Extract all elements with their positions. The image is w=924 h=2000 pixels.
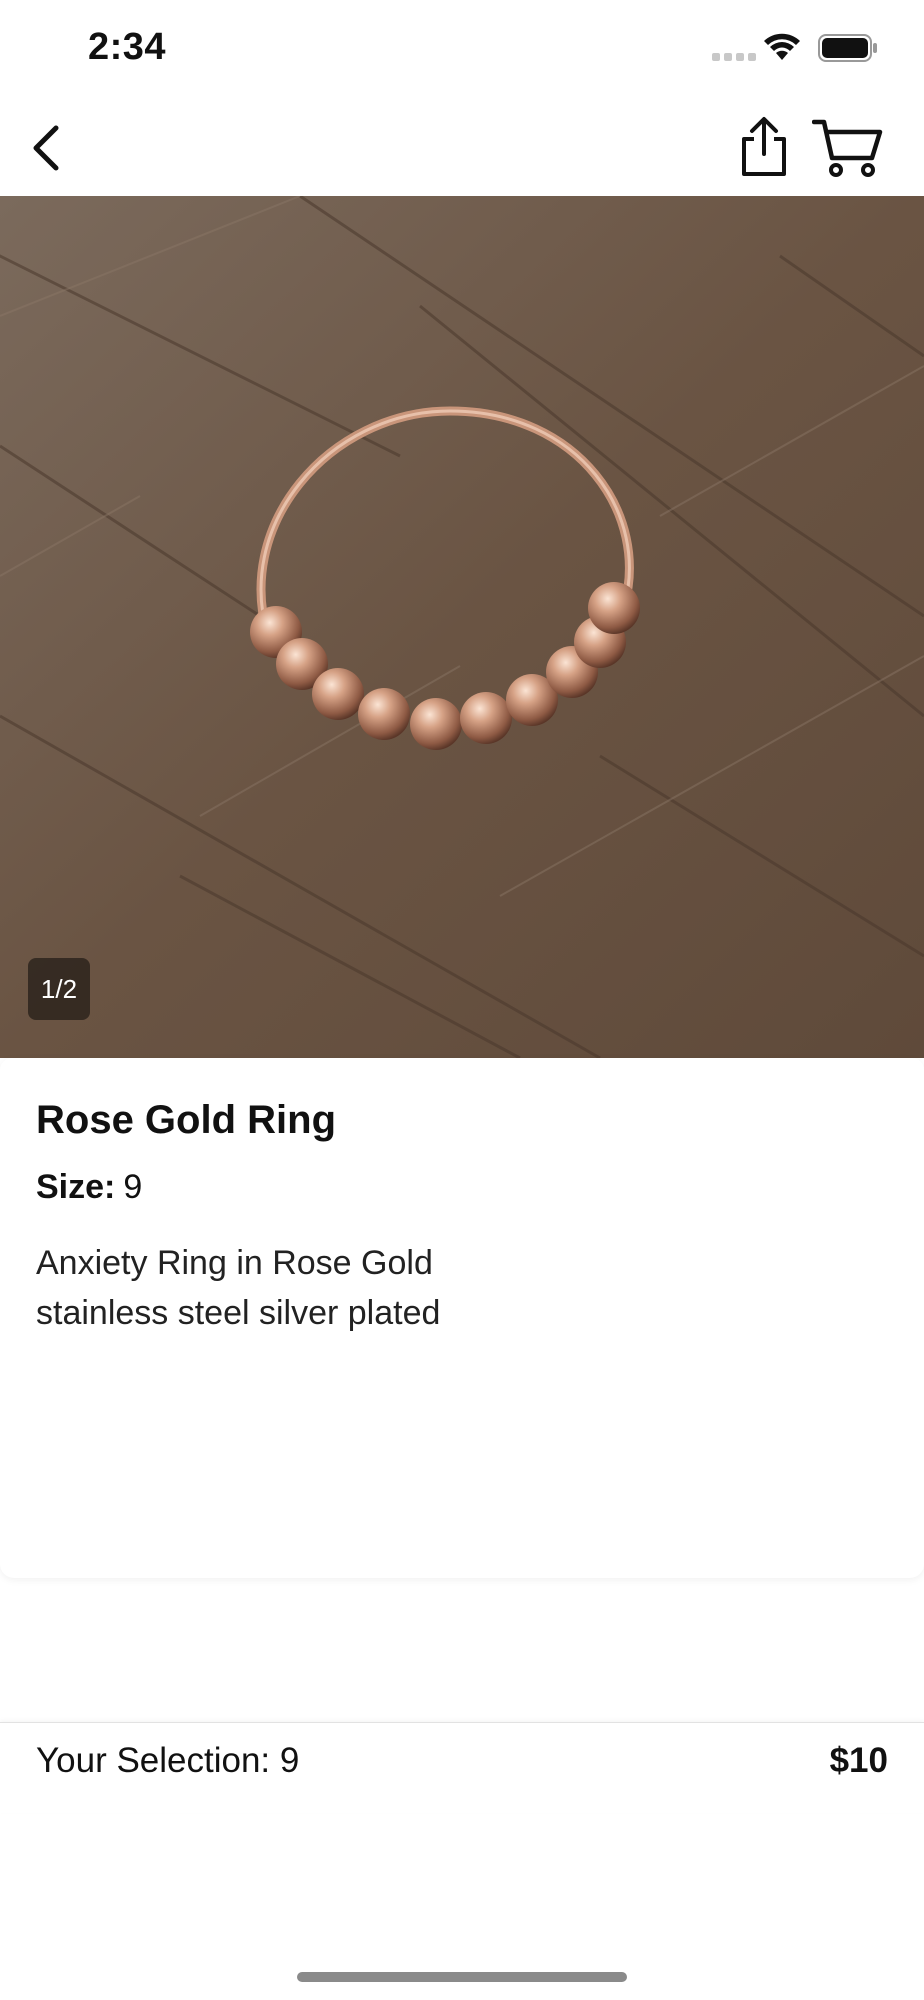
description-line: Anxiety Ring in Rose Gold (36, 1244, 433, 1282)
size-label: Size: (36, 1168, 116, 1206)
nav-bar (0, 100, 924, 196)
ring-photo-illustration (0, 196, 924, 1058)
share-icon (742, 117, 786, 176)
status-bar: 2:34 (0, 0, 924, 100)
wifi-icon (764, 33, 800, 60)
cellular-signal-icon (712, 53, 756, 61)
selection-label: Your Selection: 9 (36, 1741, 300, 1780)
price: $10 (829, 1741, 888, 1780)
cart-button[interactable] (811, 116, 884, 180)
gallery-page-indicator: 1/2 (28, 958, 90, 1020)
size-value: 9 (123, 1168, 143, 1206)
product-details-card: Rose Gold Ring Size: 9 Anxiety Ring in Ro… (0, 1058, 924, 1578)
size-row: Size: 9 (36, 1168, 142, 1207)
selection-bar: Your Selection: 9 $10 (0, 1722, 924, 1813)
description-line: stainless steel silver plated (36, 1294, 441, 1332)
back-button[interactable] (22, 118, 82, 178)
product-title: Rose Gold Ring (36, 1098, 336, 1142)
product-description: Anxiety Ring in Rose Gold stainless stee… (36, 1238, 440, 1338)
product-photo[interactable] (0, 196, 924, 1058)
cart-icon (811, 119, 883, 177)
battery-icon (818, 34, 877, 62)
chevron-left-icon (33, 125, 59, 171)
status-time: 2:34 (88, 26, 167, 68)
home-indicator[interactable] (297, 1972, 627, 1982)
share-button[interactable] (736, 114, 792, 180)
